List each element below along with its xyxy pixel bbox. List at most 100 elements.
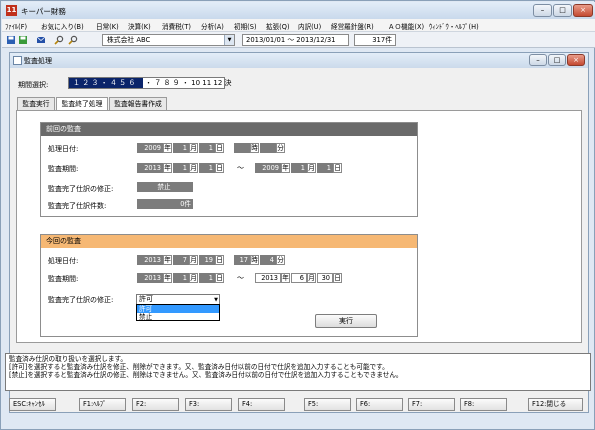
option-prohibit[interactable]: 禁止 <box>137 313 219 321</box>
prev-from-year-unit: 年 <box>163 163 172 173</box>
menu-settlement[interactable]: 決算(K) <box>128 21 151 31</box>
prev-from-month-unit: 月 <box>189 163 198 173</box>
menu-favorites[interactable]: お気に入り(B) <box>41 21 84 31</box>
window-icon <box>13 56 22 65</box>
cur-period-to-month-input[interactable]: 6 <box>291 273 307 283</box>
inner-close-button[interactable]: × <box>567 54 585 66</box>
inner-maximize-button[interactable]: □ <box>548 54 566 66</box>
f8-button[interactable]: F8: <box>460 398 507 411</box>
f4-button[interactable]: F4: <box>238 398 285 411</box>
menu-extension[interactable]: 拡張(Q) <box>266 21 290 31</box>
menu-file[interactable]: ﾌｧｲﾙ(F) <box>5 21 27 31</box>
f1-help-button[interactable]: F1:ﾍﾙﾌﾟ <box>79 398 126 411</box>
prev-to-year-unit: 年 <box>281 163 290 173</box>
cur-modify-label: 監査完了仕訳の修正: <box>48 296 114 304</box>
prev-processing-date-label: 処理日付: <box>48 145 79 153</box>
save-all-icon[interactable] <box>18 35 28 45</box>
inner-minimize-button[interactable]: – <box>529 54 547 66</box>
cur-from-month-unit: 月 <box>189 273 198 283</box>
audit-window-title: 監査処理 <box>24 57 52 65</box>
prev-minute-unit: 分 <box>276 143 285 153</box>
cur-period-to-year-input[interactable]: 2013 <box>255 273 281 283</box>
close-button[interactable]: × <box>573 4 593 17</box>
cur-processing-year: 2013 <box>137 255 163 265</box>
menu-ao-function[interactable]: ＡＯ機能(X) <box>388 21 424 31</box>
prev-period-from-month: 1 <box>173 163 189 173</box>
menu-window-help[interactable]: ｳｨﾝﾄﾞｳ・ﾍﾙﾌﾟ(H) <box>429 21 479 31</box>
menu-breakdown[interactable]: 内訳(U) <box>298 21 321 31</box>
company-select[interactable]: 株式会社 ABC ▼ <box>102 34 235 46</box>
prev-processing-hour <box>234 143 250 153</box>
option-allow[interactable]: 許可 <box>137 305 219 313</box>
f2-button[interactable]: F2: <box>132 398 179 411</box>
f3-button[interactable]: F3: <box>185 398 232 411</box>
modify-permission-value: 許可 <box>139 295 153 303</box>
menu-initial[interactable]: 初期(S) <box>234 21 257 31</box>
prev-audit-period-label: 監査期間: <box>48 165 79 173</box>
prev-period-from-day: 1 <box>199 163 215 173</box>
company-name: 株式会社 ABC <box>107 36 151 44</box>
f7-button[interactable]: F7: <box>408 398 455 411</box>
minimize-button[interactable]: – <box>533 4 552 17</box>
cur-period-from-year: 2013 <box>137 273 163 283</box>
cur-to-year-unit: 年 <box>281 273 290 283</box>
period-selected-months[interactable]: １ ２ ３ ・ ４ ５ ６ <box>69 78 143 88</box>
maximize-button[interactable]: □ <box>553 4 572 17</box>
cur-audit-period-label: 監査期間: <box>48 275 79 283</box>
tab-audit-report[interactable]: 監査報告書作成 <box>109 97 167 110</box>
help-message-line: [許可]を選択すると監査済み仕訳を修正、削除ができます。又、監査済み日付以前の日… <box>9 363 389 371</box>
prev-processing-day: 1 <box>199 143 215 153</box>
period-other-months[interactable]: ・ ７ ８ ９ ・ 10 11 12 決 <box>145 78 232 88</box>
search-icon[interactable] <box>54 35 64 45</box>
fiscal-period-display: 2013/01/01 ～ 2013/12/31 <box>242 34 349 46</box>
cur-processing-minute: 4 <box>260 255 276 265</box>
save-icon[interactable] <box>6 35 16 45</box>
search-next-icon[interactable] <box>68 35 78 45</box>
modify-permission-dropdown: 許可 禁止 <box>136 304 220 321</box>
toolbar: 株式会社 ABC ▼ 2013/01/01 ～ 2013/12/31 317件 <box>2 32 595 48</box>
chevron-down-icon[interactable]: ▼ <box>224 35 234 45</box>
menu-consumption-tax[interactable]: 消費税(T) <box>162 21 191 31</box>
prev-period-tilde: ～ <box>237 164 244 172</box>
cur-processing-date-label: 処理日付: <box>48 257 79 265</box>
app-title: キーパー財務 <box>21 7 66 16</box>
cur-period-from-day: 1 <box>199 273 215 283</box>
prev-count-label: 監査完了仕訳件数: <box>48 202 107 210</box>
f6-button[interactable]: F6: <box>356 398 403 411</box>
cur-minute-unit: 分 <box>276 255 285 265</box>
execute-button[interactable]: 実行 <box>315 314 377 328</box>
tab-audit-close[interactable]: 監査終了処理 <box>56 97 108 111</box>
menu-management-compass[interactable]: 経営羅針盤(R) <box>331 21 374 31</box>
prev-to-month-unit: 月 <box>307 163 316 173</box>
esc-cancel-button[interactable]: ESC:ｷｬﾝｾﾙ <box>9 398 56 411</box>
prev-processing-minute <box>260 143 276 153</box>
tab-audit-execute[interactable]: 監査実行 <box>17 97 55 110</box>
mail-icon[interactable] <box>36 35 46 45</box>
cur-processing-month: 7 <box>173 255 189 265</box>
f5-button[interactable]: F5: <box>304 398 351 411</box>
menu-daily[interactable]: 日常(K) <box>96 21 119 31</box>
prev-day-unit: 日 <box>215 143 224 153</box>
prev-from-day-unit: 日 <box>215 163 224 173</box>
cur-processing-hour: 17 <box>234 255 250 265</box>
title-bar: 11 キーパー財務 – □ × <box>2 2 595 19</box>
prev-modify-value: 禁止 <box>137 182 193 192</box>
audit-window-title-bar: 監査処理 – □ × <box>10 53 588 68</box>
cur-hour-unit: 時 <box>250 255 259 265</box>
menu-bar: ﾌｧｲﾙ(F) お気に入り(B) 日常(K) 決算(K) 消費税(T) 分析(A… <box>2 19 595 32</box>
prev-period-from-year: 2013 <box>137 163 163 173</box>
cur-period-to-day-input[interactable]: 30 <box>317 273 333 283</box>
menu-analysis[interactable]: 分析(A) <box>201 21 224 31</box>
cur-to-day-unit: 日 <box>333 273 342 283</box>
previous-audit-title: 前回の監査 <box>41 123 417 136</box>
prev-count-value: 0件 <box>137 199 193 209</box>
prev-processing-year: 2009 <box>137 143 163 153</box>
period-selector[interactable]: １ ２ ３ ・ ４ ５ ６ ・ ７ ８ ９ ・ 10 11 12 決 <box>68 77 232 89</box>
help-message-line: [禁止]を選択すると監査済み仕訳の修正、削除はできません。又、監査済み日付以前の… <box>9 371 403 379</box>
cur-from-day-unit: 日 <box>215 273 224 283</box>
cur-processing-day: 19 <box>199 255 215 265</box>
app-logo-icon: 11 <box>6 5 17 16</box>
f12-close-button[interactable]: F12:閉じる <box>528 398 583 411</box>
current-audit-title: 今回の監査 <box>41 235 417 248</box>
prev-to-day-unit: 日 <box>333 163 342 173</box>
